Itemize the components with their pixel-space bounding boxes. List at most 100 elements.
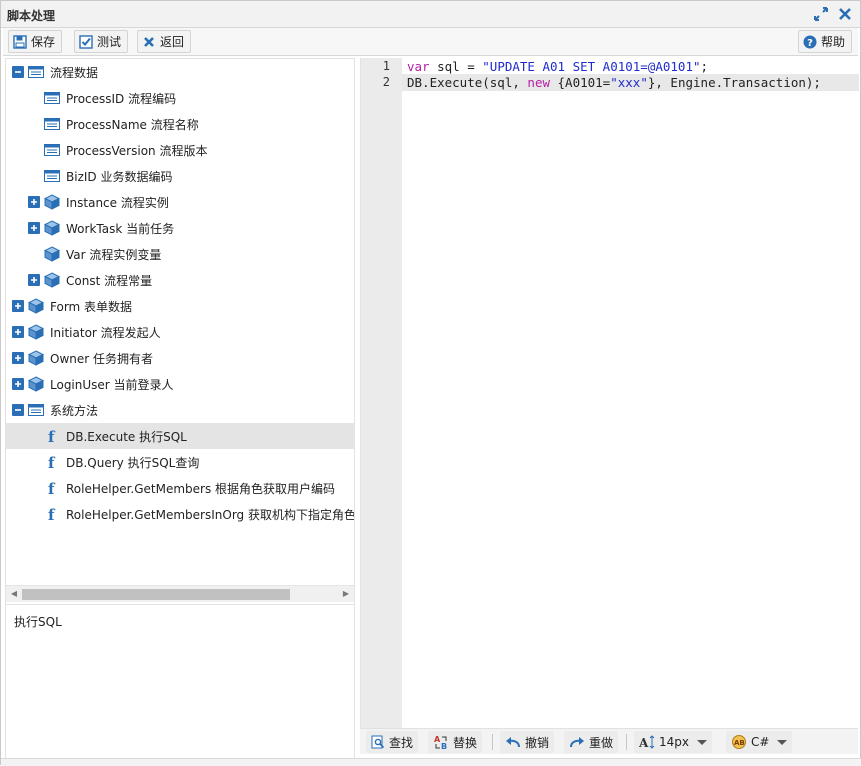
code-line-1[interactable]: var sql = "UPDATE A01 SET A0101=@A0101"; xyxy=(407,58,708,75)
tree-node[interactable]: f RoleHelper.GetMembers 根据角色获取用户编码 xyxy=(6,475,354,501)
redo-icon xyxy=(570,737,584,748)
tree-node[interactable]: Instance 流程实例 xyxy=(6,189,354,215)
collapse-icon[interactable] xyxy=(12,66,24,78)
table-icon xyxy=(44,90,60,106)
code-text: ; xyxy=(700,59,709,74)
find-button[interactable]: 查找 xyxy=(366,731,419,753)
close-icon[interactable] xyxy=(837,6,853,22)
help-label: 帮助 xyxy=(821,35,846,49)
description-text: 执行SQL xyxy=(14,615,62,629)
tree-node-label: WorkTask 当前任务 xyxy=(66,221,175,236)
font-size-value: 14px xyxy=(659,735,689,749)
scroll-left-icon[interactable]: ◀ xyxy=(9,589,19,599)
scroll-thumb[interactable] xyxy=(22,589,290,600)
tree-node[interactable]: Owner 任务拥有者 xyxy=(6,345,354,371)
scroll-right-icon[interactable]: ▶ xyxy=(341,589,351,599)
test-button[interactable]: 测试 xyxy=(74,30,129,53)
tree-node[interactable]: f DB.Execute 执行SQL xyxy=(6,423,354,449)
tree-node-label: ProcessName 流程名称 xyxy=(66,117,199,132)
redo-button[interactable]: 重做 xyxy=(564,731,619,753)
replace-label: 替换 xyxy=(453,735,478,750)
tree-node-label: RoleHelper.GetMembersInOrg 获取机构下指定角色 xyxy=(66,507,354,522)
script-dialog: 脚本处理 保存 测试 返回 ? 帮助 流程数据 ProcessID 流程编码 Pro… xyxy=(0,0,861,766)
table-icon xyxy=(44,168,60,184)
cube-icon xyxy=(27,350,45,366)
tree-node-label: 流程数据 xyxy=(50,65,99,80)
description-panel: 执行SQL xyxy=(6,604,354,760)
table-icon xyxy=(28,64,44,80)
line-number-gutter: 1 2 xyxy=(361,58,402,728)
tree-node[interactable]: Form 表单数据 xyxy=(6,293,354,319)
tree-node-label: Owner 任务拥有者 xyxy=(50,351,153,366)
replace-button[interactable]: AB 替换 xyxy=(428,731,483,753)
language-select[interactable]: AB C# xyxy=(726,731,793,753)
expand-icon[interactable] xyxy=(28,222,40,234)
save-button[interactable]: 保存 xyxy=(8,30,63,53)
tree-node[interactable]: f DB.Query 执行SQL查询 xyxy=(6,449,354,475)
cross-icon xyxy=(144,36,154,47)
code-line-2[interactable]: DB.Execute(sql, new {A0101="xxx"}, Engin… xyxy=(407,74,821,91)
code-text: }, Engine.Transaction); xyxy=(647,75,821,90)
tree-node[interactable]: 流程数据 xyxy=(6,59,354,85)
tree-node[interactable]: ProcessName 流程名称 xyxy=(6,111,354,137)
expand-icon[interactable] xyxy=(28,274,40,286)
help-icon: ? xyxy=(803,35,817,49)
function-icon: f xyxy=(44,506,60,524)
tree-node[interactable]: ProcessVersion 流程版本 xyxy=(6,137,354,163)
svg-text:A: A xyxy=(434,735,441,744)
tree-node[interactable]: Const 流程常量 xyxy=(6,267,354,293)
tree-node[interactable]: LoginUser 当前登录人 xyxy=(6,371,354,397)
tree-node-label: DB.Execute 执行SQL xyxy=(66,429,187,444)
font-size-icon: A xyxy=(639,735,655,750)
tree-node-label: Instance 流程实例 xyxy=(66,195,169,210)
cube-icon xyxy=(43,272,61,288)
toolbar-divider xyxy=(626,734,627,750)
help-button[interactable]: ? 帮助 xyxy=(798,30,853,53)
tree-node-label: Const 流程常量 xyxy=(66,273,153,288)
svg-text:AB: AB xyxy=(734,739,745,747)
chevron-down-icon xyxy=(777,739,788,745)
tree-node-label: RoleHelper.GetMembers 根据角色获取用户编码 xyxy=(66,481,336,496)
tree-node[interactable]: WorkTask 当前任务 xyxy=(6,215,354,241)
tree-node-label: Initiator 流程发起人 xyxy=(50,325,161,340)
cube-icon xyxy=(43,220,61,236)
back-button[interactable]: 返回 xyxy=(137,30,192,53)
expand-icon[interactable] xyxy=(12,326,24,338)
horizontal-scrollbar[interactable]: ◀ ▶ xyxy=(6,585,354,602)
cube-icon xyxy=(43,194,61,210)
tree-node[interactable]: ProcessID 流程编码 xyxy=(6,85,354,111)
tree-node-label: Form 表单数据 xyxy=(50,299,133,314)
undo-label: 撤销 xyxy=(525,735,550,750)
tree-node[interactable]: f RoleHelper.GetMembersInOrg 获取机构下指定角色 xyxy=(6,501,354,527)
maximize-icon[interactable] xyxy=(813,6,829,22)
back-label: 返回 xyxy=(160,35,185,49)
tree-node[interactable]: BizID 业务数据编码 xyxy=(6,163,354,189)
table-icon xyxy=(44,142,60,158)
main-toolbar: 保存 测试 返回 ? 帮助 xyxy=(3,28,858,56)
code-editor[interactable]: 1 2 var sql = "UPDATE A01 SET A0101=@A01… xyxy=(360,58,859,728)
editor-toolbar: 查找 AB 替换 撤销 重做 A 14px AB C# xyxy=(360,728,858,754)
line-number: 1 xyxy=(382,59,390,73)
svg-text:A: A xyxy=(639,736,649,750)
expand-icon[interactable] xyxy=(12,378,24,390)
tree-node[interactable]: Initiator 流程发起人 xyxy=(6,319,354,345)
collapse-icon[interactable] xyxy=(12,404,24,416)
string-literal: "UPDATE A01 SET A0101=@A0101" xyxy=(482,59,701,74)
expand-icon[interactable] xyxy=(12,352,24,364)
variable-panel: 流程数据 ProcessID 流程编码 ProcessName 流程名称 Proces… xyxy=(5,58,355,761)
tree-node[interactable]: 系统方法 xyxy=(6,397,354,423)
font-size-select[interactable]: A 14px xyxy=(634,731,712,753)
code-text: {A0101= xyxy=(550,75,611,90)
expand-icon[interactable] xyxy=(12,300,24,312)
tree-node[interactable]: Var 流程实例变量 xyxy=(6,241,354,267)
string-literal: "xxx" xyxy=(610,75,648,90)
undo-button[interactable]: 撤销 xyxy=(500,731,555,753)
svg-text:f: f xyxy=(48,454,56,470)
expand-icon[interactable] xyxy=(28,196,40,208)
table-icon xyxy=(44,116,60,132)
cube-icon xyxy=(27,298,45,314)
